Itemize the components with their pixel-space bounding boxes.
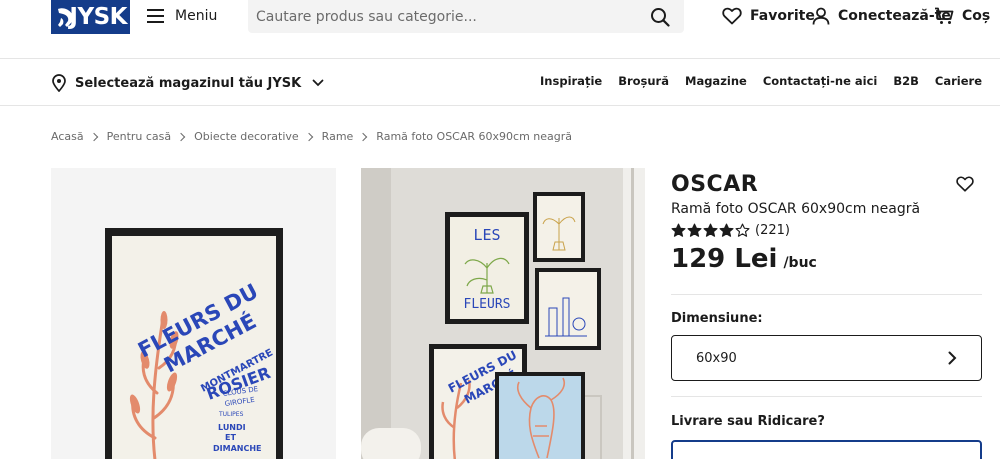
breadcrumb: Acasă Pentru casă Obiecte decorative Ram…	[51, 130, 572, 143]
breadcrumb-item[interactable]: Acasă	[51, 130, 84, 143]
nav-contact[interactable]: Contactați-ne aici	[763, 74, 878, 88]
hamburger-icon	[147, 9, 164, 23]
breadcrumb-item[interactable]: Obiecte decorative	[194, 130, 299, 143]
store-selector[interactable]: Selectează magazinul tău JYSK	[51, 72, 324, 94]
poster-text: TULIPES	[218, 411, 244, 418]
search-bar	[248, 0, 684, 33]
heart-icon	[956, 176, 974, 192]
poster-text: FLEURS	[464, 297, 511, 312]
favorites-link[interactable]: Favorite	[722, 5, 815, 27]
product-image-main[interactable]: FLEURS DU MARCHÉ MONTMARTRE ROSIER CLOUS…	[51, 168, 336, 459]
heart-icon	[722, 7, 742, 25]
jysk-logo[interactable]: JYSK	[51, 0, 130, 34]
logo-bird-icon	[58, 8, 74, 27]
chevron-right-icon	[304, 132, 313, 141]
dimension-label: Dimensiune:	[671, 311, 763, 326]
product-image-lifestyle[interactable]: LES FLEURS FLEURS DU MARCHÉ	[361, 168, 645, 459]
breadcrumb-item[interactable]: Pentru casă	[107, 130, 172, 143]
login-link[interactable]: Conectează-te	[812, 5, 951, 27]
rating-stars	[671, 223, 750, 238]
lifestyle-photo: LES FLEURS FLEURS DU MARCHÉ	[361, 168, 645, 459]
breadcrumb-current: Ramă foto OSCAR 60x90cm neagră	[376, 130, 573, 143]
info-divider	[671, 294, 982, 295]
poster-text: LES	[473, 226, 500, 244]
cart-icon	[935, 7, 954, 24]
dimension-selector[interactable]: 60x90	[671, 335, 982, 381]
nav-inspiration[interactable]: Inspirație	[540, 74, 602, 88]
secondary-nav: Inspirație Broșură Magazine Contactați-n…	[540, 74, 982, 88]
poster-text: LUNDI	[218, 423, 246, 432]
star-filled-icon	[719, 223, 734, 237]
location-pin-icon	[52, 74, 66, 92]
nav-careers[interactable]: Cariere	[935, 74, 982, 88]
star-empty-icon	[735, 223, 750, 237]
price-unit: /buc	[783, 255, 817, 271]
product-brand: OSCAR	[671, 172, 759, 197]
search-input[interactable]	[256, 8, 650, 25]
review-count: (221)	[755, 223, 790, 238]
dimension-value: 60x90	[696, 350, 737, 366]
star-filled-icon	[687, 223, 702, 237]
search-icon[interactable]	[650, 7, 670, 27]
store-selector-label: Selectează magazinul tău JYSK	[75, 75, 302, 91]
star-filled-icon	[671, 223, 686, 237]
poster-text: ET	[225, 433, 236, 442]
price-amount: 129 Lei	[671, 244, 778, 274]
poster-text: DIMANCHE	[213, 444, 262, 453]
nav-brochure[interactable]: Broșură	[618, 74, 669, 88]
add-to-favorites-button[interactable]	[956, 175, 974, 193]
cart-link[interactable]: Coș	[934, 5, 990, 27]
cart-label: Coș	[962, 8, 991, 24]
delivery-label: Livrare sau Ridicare?	[671, 414, 825, 429]
breadcrumb-item[interactable]: Rame	[322, 130, 354, 143]
chevron-right-icon	[89, 132, 98, 141]
chevron-right-icon	[359, 132, 368, 141]
chevron-down-icon	[312, 79, 324, 87]
menu-button[interactable]: Meniu	[147, 5, 217, 27]
header-divider	[0, 58, 1000, 59]
info-divider	[671, 396, 982, 397]
product-price: 129 Lei /buc	[671, 244, 817, 274]
nav-b2b[interactable]: B2B	[893, 74, 919, 88]
user-icon	[812, 7, 830, 25]
star-filled-icon	[703, 223, 718, 237]
product-rating[interactable]: (221)	[671, 223, 790, 238]
product-title: Ramă foto OSCAR 60x90cm neagră	[671, 201, 921, 217]
menu-label: Meniu	[175, 8, 218, 24]
favorites-label: Favorite	[750, 8, 815, 24]
delivery-option[interactable]	[671, 440, 982, 459]
nav-stores[interactable]: Magazine	[685, 74, 747, 88]
chevron-right-icon	[176, 132, 186, 141]
subheader-divider	[0, 105, 1000, 106]
chevron-right-icon	[948, 351, 957, 365]
product-photo-frame: FLEURS DU MARCHÉ MONTMARTRE ROSIER CLOUS…	[105, 228, 283, 459]
logo-text: JYSK	[69, 4, 127, 30]
